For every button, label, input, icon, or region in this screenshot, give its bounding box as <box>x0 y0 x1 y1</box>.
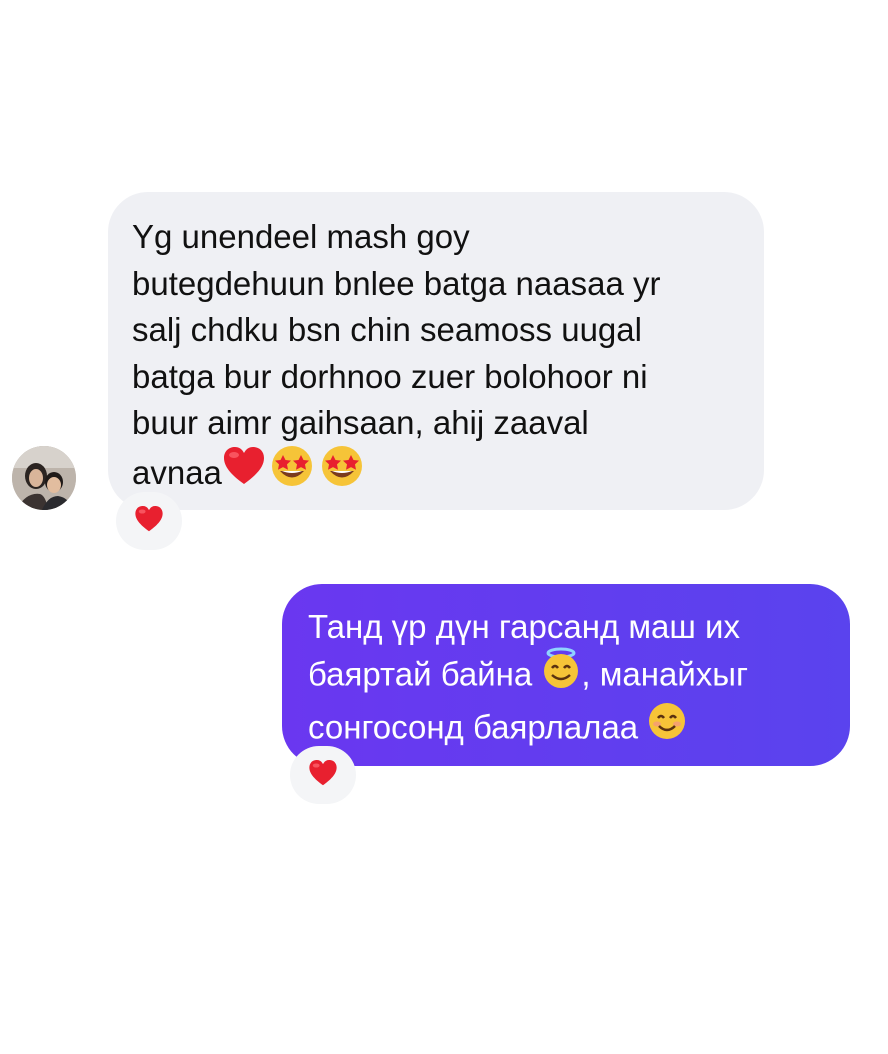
heart-icon <box>134 505 164 538</box>
message-line-text: сонгосонд баярлалаа <box>308 708 639 746</box>
incoming-message-bubble[interactable]: Yg unendeel mash goy butegdehuun bnlee b… <box>108 192 764 510</box>
heart-icon <box>308 759 338 792</box>
message-line: buur aimr gaihsaan, ahij zaaval <box>132 404 589 441</box>
message-line-last: avnaa <box>132 444 740 504</box>
sender-avatar[interactable] <box>12 446 76 510</box>
message-line: batga bur dorhnoo zuer bolohoor ni <box>132 357 648 395</box>
message-line: butegdehuun bnlee batga naasaa yr <box>132 264 661 302</box>
smiling-face-with-halo-icon <box>541 647 581 701</box>
message-line: баяртай байна , манайхыг <box>308 647 826 704</box>
message-line-text: , манайхыг <box>581 655 749 693</box>
message-line: salj chdku bsn chin seamoss uugal <box>132 311 642 348</box>
star-struck-emoji-icon <box>320 444 364 501</box>
message-line: Танд үр дүн гарсанд маш их <box>308 608 740 645</box>
message-line-text: баяртай байна <box>308 655 533 693</box>
message-line: сонгосонд баярлалаа <box>308 701 826 756</box>
message-reaction[interactable] <box>116 492 182 550</box>
message-line: Yg unendeel mash goy <box>132 218 470 255</box>
smiling-face-icon <box>647 701 687 753</box>
heart-icon <box>222 446 266 499</box>
message-reaction[interactable] <box>290 746 356 804</box>
message-line-text: avnaa <box>132 453 222 491</box>
star-struck-emoji-icon <box>270 444 314 501</box>
outgoing-message-bubble[interactable]: Танд үр дүн гарсанд маш их баяртай байна… <box>282 584 850 766</box>
